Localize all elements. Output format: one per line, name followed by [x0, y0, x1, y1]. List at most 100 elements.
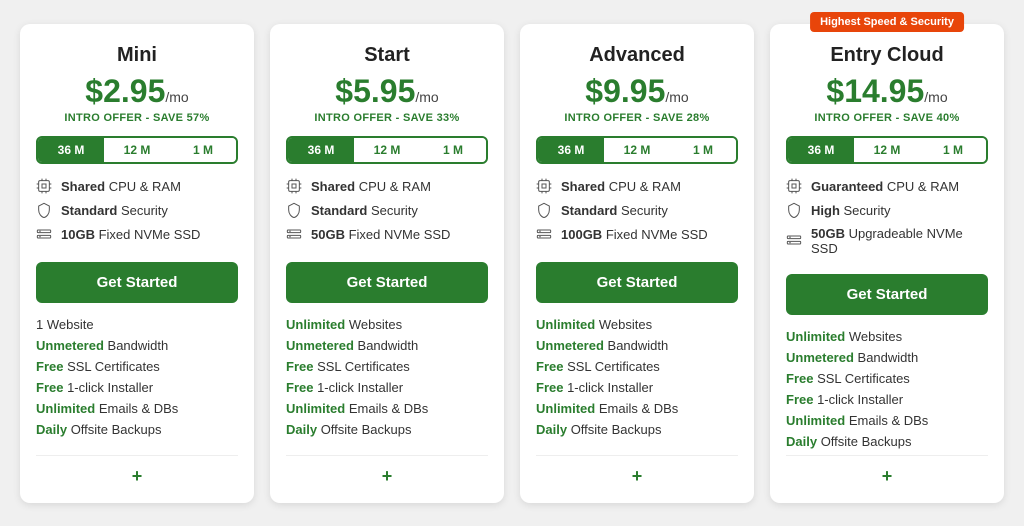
spec-text: 50GB Upgradeable NVMe SSD — [811, 226, 988, 256]
per-mo: /mo — [415, 89, 438, 105]
period-btn-1[interactable]: 12 M — [354, 138, 420, 162]
plans-container: Mini $2.95/mo INTRO OFFER - SAVE 57% 36 … — [20, 24, 1004, 503]
feature-item: Unmetered Bandwidth — [536, 338, 738, 353]
plan-price: $9.95/mo — [536, 73, 738, 110]
storage-icon — [536, 226, 554, 244]
spec-row: 100GB Fixed NVMe SSD — [536, 226, 738, 244]
storage-icon — [786, 232, 804, 250]
period-btn-0[interactable]: 36 M — [288, 138, 354, 162]
storage-icon — [36, 226, 54, 244]
period-btn-2[interactable]: 1 M — [920, 138, 986, 162]
plan-offer: INTRO OFFER - SAVE 28% — [536, 112, 738, 124]
cpu-icon — [536, 178, 554, 196]
cpu-icon — [286, 178, 304, 196]
feature-item: Free SSL Certificates — [286, 359, 488, 374]
period-toggle: 36 M12 M1 M — [36, 136, 238, 164]
plan-name: Entry Cloud — [786, 44, 988, 67]
period-btn-1[interactable]: 12 M — [854, 138, 920, 162]
feature-item: Unlimited Emails & DBs — [536, 401, 738, 416]
plan-features-list: 1 Website Unmetered Bandwidth Free SSL Cer… — [36, 317, 238, 443]
spec-row: High Security — [786, 202, 988, 220]
plan-badge: Highest Speed & Security — [810, 12, 964, 32]
feature-item: Unlimited Websites — [786, 329, 988, 344]
expand-button[interactable]: + — [786, 455, 988, 487]
plan-offer: INTRO OFFER - SAVE 33% — [286, 112, 488, 124]
feature-item: Daily Offsite Backups — [36, 422, 238, 437]
spec-row: Standard Security — [36, 202, 238, 220]
get-started-button[interactable]: Get Started — [536, 262, 738, 303]
expand-button[interactable]: + — [286, 455, 488, 487]
feature-item: Unmetered Bandwidth — [36, 338, 238, 353]
shield-icon — [536, 202, 554, 220]
spec-row: Guaranteed CPU & RAM — [786, 178, 988, 196]
plan-specs: Shared CPU & RAM Standard Security 100GB… — [536, 178, 738, 250]
spec-text: High Security — [811, 203, 890, 218]
plan-card-mini: Mini $2.95/mo INTRO OFFER - SAVE 57% 36 … — [20, 24, 254, 503]
spec-text: 10GB Fixed NVMe SSD — [61, 227, 200, 242]
plan-card-start: Start $5.95/mo INTRO OFFER - SAVE 33% 36… — [270, 24, 504, 503]
spec-text: Standard Security — [311, 203, 418, 218]
price-value: $2.95 — [85, 73, 165, 109]
feature-item: Free 1-click Installer — [786, 392, 988, 407]
feature-item: Free SSL Certificates — [36, 359, 238, 374]
feature-item: Unlimited Emails & DBs — [286, 401, 488, 416]
per-mo: /mo — [165, 89, 188, 105]
period-toggle: 36 M12 M1 M — [536, 136, 738, 164]
period-btn-0[interactable]: 36 M — [788, 138, 854, 162]
feature-item: 1 Website — [36, 317, 238, 332]
get-started-button[interactable]: Get Started — [786, 274, 988, 315]
plan-specs: Guaranteed CPU & RAM High Security 50GB … — [786, 178, 988, 262]
spec-row: Shared CPU & RAM — [536, 178, 738, 196]
spec-text: Guaranteed CPU & RAM — [811, 179, 959, 194]
period-toggle: 36 M12 M1 M — [286, 136, 488, 164]
plan-offer: INTRO OFFER - SAVE 57% — [36, 112, 238, 124]
get-started-button[interactable]: Get Started — [286, 262, 488, 303]
period-toggle: 36 M12 M1 M — [786, 136, 988, 164]
plan-price: $14.95/mo — [786, 73, 988, 110]
feature-item: Daily Offsite Backups — [286, 422, 488, 437]
price-value: $5.95 — [335, 73, 415, 109]
plan-price: $2.95/mo — [36, 73, 238, 110]
period-btn-2[interactable]: 1 M — [670, 138, 736, 162]
feature-item: Unlimited Websites — [286, 317, 488, 332]
period-btn-1[interactable]: 12 M — [604, 138, 670, 162]
spec-row: Shared CPU & RAM — [36, 178, 238, 196]
feature-item: Free 1-click Installer — [286, 380, 488, 395]
spec-row: 50GB Fixed NVMe SSD — [286, 226, 488, 244]
period-btn-0[interactable]: 36 M — [38, 138, 104, 162]
feature-item: Unlimited Emails & DBs — [36, 401, 238, 416]
plan-features-list: Unlimited WebsitesUnmetered BandwidthFre… — [786, 329, 988, 455]
feature-item: Free SSL Certificates — [786, 371, 988, 386]
feature-item: Daily Offsite Backups — [536, 422, 738, 437]
plan-specs: Shared CPU & RAM Standard Security 10GB … — [36, 178, 238, 250]
spec-row: 50GB Upgradeable NVMe SSD — [786, 226, 988, 256]
expand-button[interactable]: + — [36, 455, 238, 487]
spec-text: 50GB Fixed NVMe SSD — [311, 227, 450, 242]
storage-icon — [286, 226, 304, 244]
spec-row: Standard Security — [286, 202, 488, 220]
plan-name: Advanced — [536, 44, 738, 67]
shield-icon — [786, 202, 804, 220]
spec-text: 100GB Fixed NVMe SSD — [561, 227, 708, 242]
feature-item: Unlimited Websites — [536, 317, 738, 332]
plan-card-advanced: Advanced $9.95/mo INTRO OFFER - SAVE 28%… — [520, 24, 754, 503]
spec-text: Standard Security — [561, 203, 668, 218]
period-btn-1[interactable]: 12 M — [104, 138, 170, 162]
plan-features-list: Unlimited Websites Unmetered Bandwidth Fre… — [536, 317, 738, 443]
plan-offer: INTRO OFFER - SAVE 40% — [786, 112, 988, 124]
get-started-button[interactable]: Get Started — [36, 262, 238, 303]
price-value: $9.95 — [585, 73, 665, 109]
feature-item: Unmetered Bandwidth — [286, 338, 488, 353]
feature-item: Free 1-click Installer — [536, 380, 738, 395]
period-btn-2[interactable]: 1 M — [420, 138, 486, 162]
spec-row: 10GB Fixed NVMe SSD — [36, 226, 238, 244]
period-btn-0[interactable]: 36 M — [538, 138, 604, 162]
spec-text: Shared CPU & RAM — [311, 179, 431, 194]
period-btn-2[interactable]: 1 M — [170, 138, 236, 162]
plan-name: Start — [286, 44, 488, 67]
expand-button[interactable]: + — [536, 455, 738, 487]
feature-item: Free 1-click Installer — [36, 380, 238, 395]
plan-price: $5.95/mo — [286, 73, 488, 110]
plan-specs: Shared CPU & RAM Standard Security 50GB … — [286, 178, 488, 250]
plan-card-entry-cloud: Highest Speed & Security Entry Cloud $14… — [770, 24, 1004, 503]
